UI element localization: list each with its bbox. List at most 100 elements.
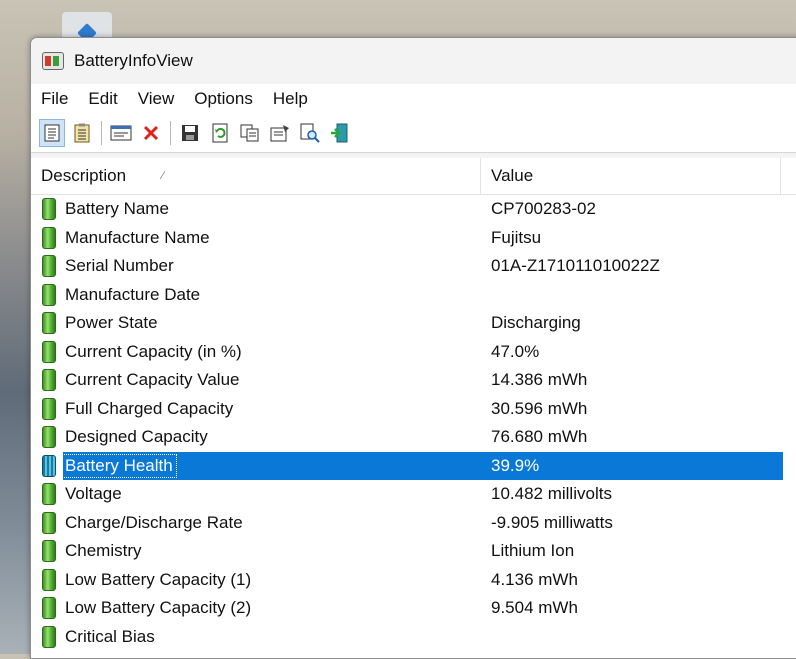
toolbar-separator: [101, 121, 102, 145]
row-description: Critical Bias: [65, 626, 155, 646]
list-row[interactable]: Serial Number 01A-Z171011010022Z: [31, 252, 796, 281]
row-description: Low Battery Capacity (2): [65, 598, 252, 618]
row-value: 14.386 mWh: [491, 370, 588, 390]
list-row[interactable]: Manufacture Date: [31, 281, 796, 310]
row-description: Current Capacity Value: [65, 370, 240, 390]
row-description: Low Battery Capacity (1): [65, 569, 252, 589]
battery-icon: [42, 625, 56, 648]
list-header: Description ∕ Value: [31, 158, 796, 195]
row-description-cell: Low Battery Capacity (2): [31, 594, 481, 623]
row-description-cell: Current Capacity Value: [31, 366, 481, 395]
column-header-value[interactable]: Value: [481, 158, 781, 194]
battery-info-list[interactable]: Description ∕ Value Battery Name CP700283-…: [31, 158, 796, 658]
list-row[interactable]: Power State Discharging: [31, 309, 796, 338]
list-row[interactable]: Current Capacity (in %) 47.0%: [31, 338, 796, 367]
list-row[interactable]: Low Battery Capacity (2) 9.504 mWh: [31, 594, 796, 623]
row-description-cell: Designed Capacity: [31, 423, 481, 452]
list-row[interactable]: Manufacture Name Fujitsu: [31, 224, 796, 253]
copy-button[interactable]: [237, 119, 263, 147]
battery-icon: [42, 483, 56, 506]
menu-view[interactable]: View: [128, 84, 185, 114]
row-description: Battery Name: [65, 199, 169, 219]
row-description-cell: Charge/Discharge Rate: [31, 509, 481, 538]
row-description-cell: Chemistry: [31, 537, 481, 566]
refresh-icon: [212, 123, 228, 143]
list-row[interactable]: Designed Capacity 76.680 mWh: [31, 423, 796, 452]
row-description-cell: Manufacture Name: [31, 224, 481, 253]
row-value: 39.9%: [491, 455, 540, 475]
clipboard-view-button[interactable]: [69, 119, 95, 147]
row-value: 10.482 millivolts: [491, 484, 612, 504]
properties-window-button[interactable]: [108, 119, 134, 147]
list-row[interactable]: Current Capacity Value 14.386 mWh: [31, 366, 796, 395]
column-header-value-label: Value: [491, 166, 534, 185]
row-value: 47.0%: [491, 341, 540, 361]
battery-icon: [42, 397, 56, 420]
row-value: 76.680 mWh: [491, 427, 588, 447]
save-icon: [182, 125, 198, 141]
list-row[interactable]: Low Battery Capacity (1) 4.136 mWh: [31, 566, 796, 595]
battery-icon: [42, 597, 56, 620]
row-value: 01A-Z171011010022Z: [491, 256, 660, 276]
details-view-button[interactable]: [39, 119, 65, 147]
row-description: Battery Health: [61, 453, 177, 478]
list-row[interactable]: Critical Bias: [31, 623, 796, 652]
column-header-description[interactable]: Description ∕: [31, 158, 481, 194]
row-value: 4.136 mWh: [491, 569, 578, 589]
save-button[interactable]: [177, 119, 203, 147]
battery-app-icon: [42, 52, 64, 70]
row-value: -9.905 milliwatts: [491, 512, 613, 532]
row-description-cell: Low Battery Capacity (1): [31, 566, 481, 595]
battery-icon: [42, 198, 56, 221]
list-row[interactable]: Charge/Discharge Rate -9.905 milliwatts: [31, 509, 796, 538]
battery-icon: [42, 312, 56, 335]
row-description: Full Charged Capacity: [65, 398, 234, 418]
battery-icon: [42, 255, 56, 278]
menu-options[interactable]: Options: [184, 84, 263, 114]
battery-icon: [42, 340, 56, 363]
row-value: 9.504 mWh: [491, 598, 578, 618]
row-description: Designed Capacity: [65, 427, 208, 447]
find-icon: [300, 123, 320, 143]
row-value: Discharging: [491, 313, 581, 333]
row-description: Serial Number: [65, 256, 174, 276]
battery-icon: [42, 226, 56, 249]
exit-icon: [331, 123, 348, 143]
row-value: CP700283-02: [491, 199, 596, 219]
title-bar[interactable]: BatteryInfoView: [31, 38, 796, 84]
find-button[interactable]: [297, 119, 323, 147]
battery-icon: [42, 369, 56, 392]
battery-icon: [42, 426, 56, 449]
properties-button[interactable]: [267, 119, 293, 147]
properties-window-icon: [110, 125, 132, 141]
row-description: Chemistry: [65, 541, 142, 561]
row-description-cell: Full Charged Capacity: [31, 395, 481, 424]
row-description-cell: Current Capacity (in %): [31, 338, 481, 367]
list-row[interactable]: Voltage 10.482 millivolts: [31, 480, 796, 509]
battery-icon: [42, 568, 56, 591]
list-row[interactable]: Chemistry Lithium Ion: [31, 537, 796, 566]
window-title: BatteryInfoView: [74, 51, 193, 70]
details-view-icon: [44, 124, 60, 142]
copy-icon: [240, 124, 259, 142]
exit-button[interactable]: [327, 119, 353, 147]
refresh-button[interactable]: [207, 119, 233, 147]
row-description-cell: Voltage: [31, 480, 481, 509]
properties-icon: [270, 125, 289, 142]
row-description: Charge/Discharge Rate: [65, 512, 243, 532]
battery-icon: [42, 511, 56, 534]
list-row[interactable]: Full Charged Capacity 30.596 mWh: [31, 395, 796, 424]
row-description-cell: Power State: [31, 309, 481, 338]
list-row-selected[interactable]: Battery Health 39.9%: [31, 451, 796, 480]
column-header-description-label: Description: [41, 166, 127, 185]
row-description: Voltage: [65, 484, 122, 504]
menu-help[interactable]: Help: [263, 84, 318, 114]
menu-edit[interactable]: Edit: [78, 84, 127, 114]
menu-file[interactable]: File: [31, 84, 78, 114]
delete-button[interactable]: [138, 119, 164, 147]
row-value: Fujitsu: [491, 227, 542, 247]
toolbar-separator: [170, 121, 171, 145]
row-description: Current Capacity (in %): [65, 341, 242, 361]
battery-icon: [42, 540, 56, 563]
list-row[interactable]: Battery Name CP700283-02: [31, 195, 796, 224]
